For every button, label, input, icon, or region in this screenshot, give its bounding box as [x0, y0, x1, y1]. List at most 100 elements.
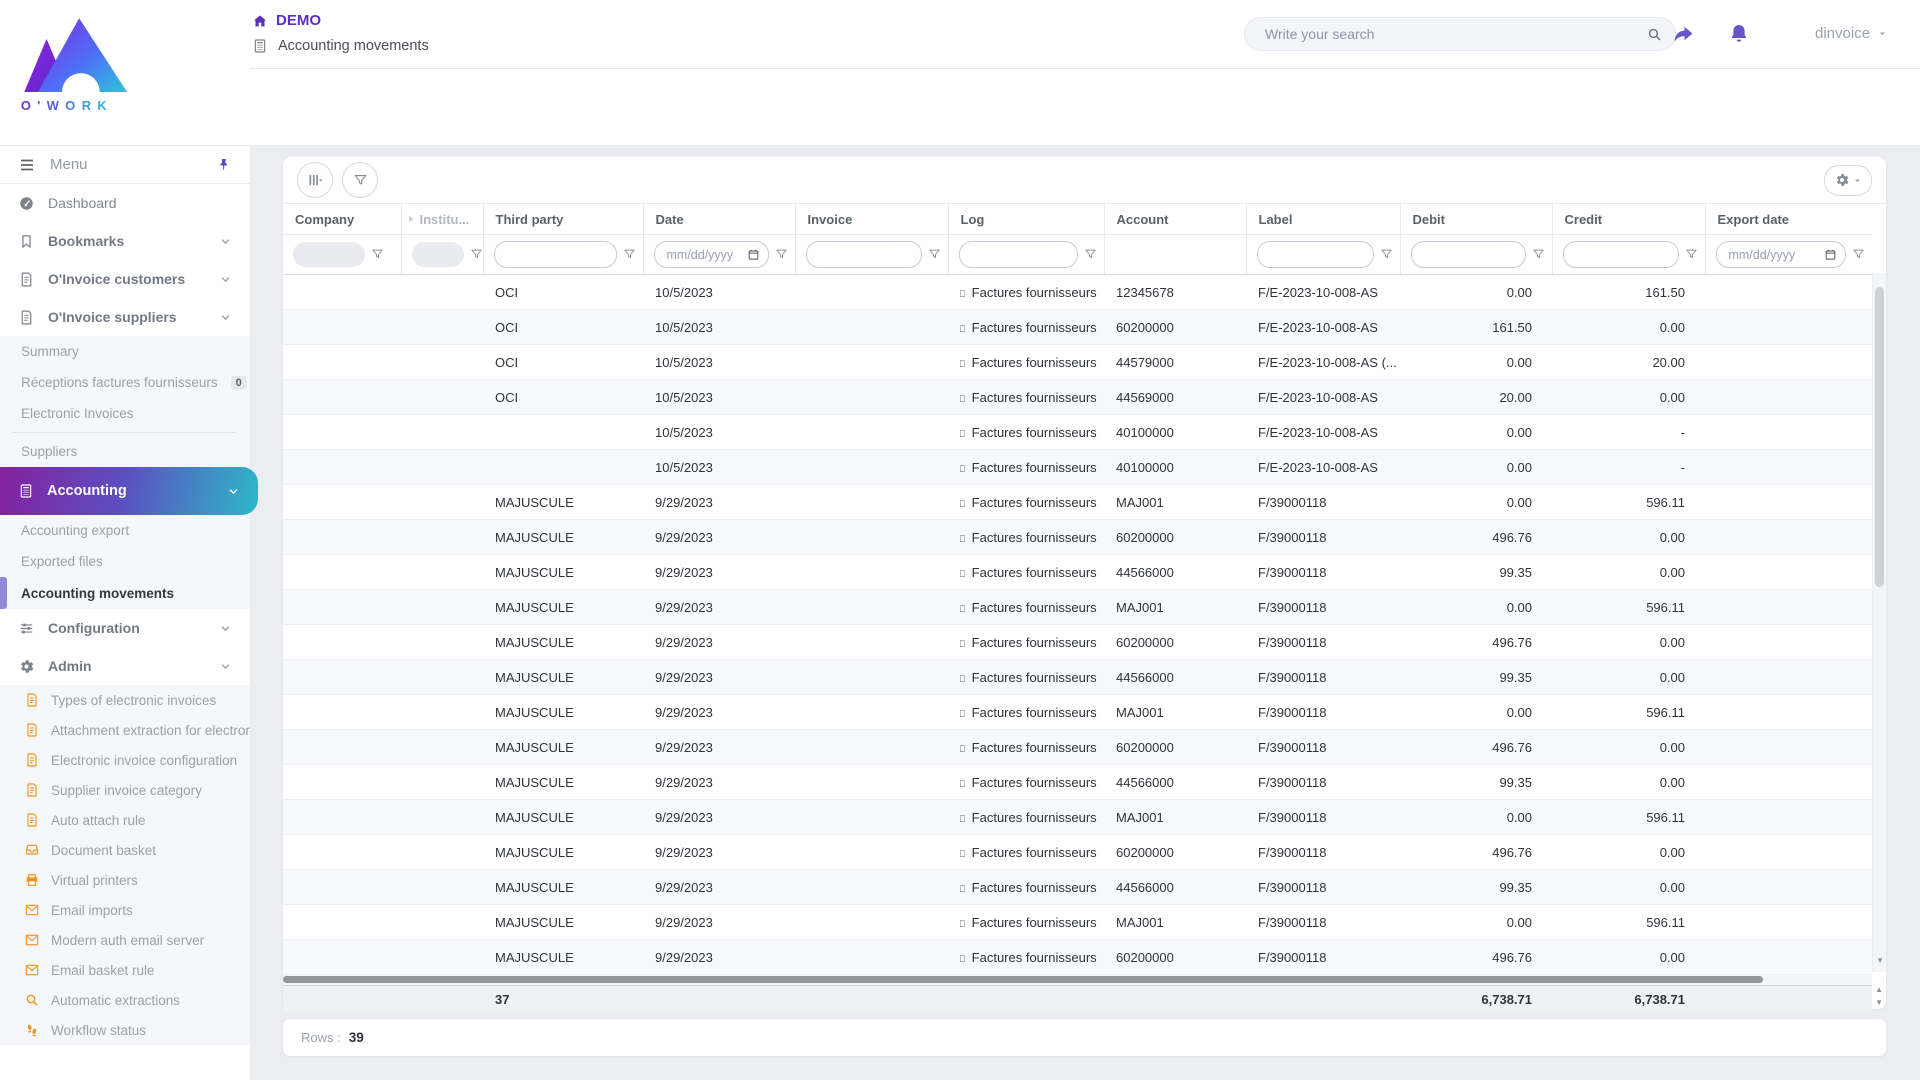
- filter-input-label[interactable]: [1256, 241, 1374, 268]
- calendar-icon[interactable]: [747, 248, 760, 261]
- filter-input-debit[interactable]: [1410, 241, 1526, 268]
- table-row[interactable]: OCI 10/5/2023 □ Factures fournisseurs 602000…: [283, 309, 1872, 345]
- column-header-invoice[interactable]: Invoice: [794, 204, 948, 235]
- date-filter-date[interactable]: mm/dd/yyyy: [653, 241, 769, 268]
- filter-funnel-icon[interactable]: [1684, 247, 1699, 262]
- user-menu[interactable]: dinvoice: [1815, 25, 1889, 42]
- filter-button[interactable]: [342, 162, 378, 198]
- sidebar-item-types-of-electronic-invoices[interactable]: Types of electronic invoices: [0, 685, 250, 715]
- sidebar-item-automatic-extractions[interactable]: Automatic extractions: [0, 985, 250, 1015]
- filter-funnel-icon[interactable]: [927, 247, 942, 262]
- table-row[interactable]: MAJUSCULE 9/29/2023 □ Factures fournisseurs…: [283, 554, 1872, 590]
- sidebar-item-workflow-status[interactable]: Workflow status: [0, 1015, 250, 1045]
- column-header-account[interactable]: Account: [1103, 204, 1246, 235]
- filter-funnel-icon[interactable]: [1531, 247, 1546, 262]
- columns-button[interactable]: [297, 162, 333, 198]
- table-row[interactable]: MAJUSCULE 9/29/2023 □ Factures fournisseurs…: [283, 519, 1872, 555]
- table-row[interactable]: MAJUSCULE 9/29/2023 □ Factures fournisseurs…: [283, 834, 1872, 870]
- filter-funnel-icon[interactable]: [774, 247, 789, 262]
- filter-funnel-icon[interactable]: [622, 247, 637, 262]
- sidebar-item-accounting-export[interactable]: Accounting export: [0, 515, 250, 546]
- filter-input-log[interactable]: [958, 241, 1078, 268]
- table-row[interactable]: 10/5/2023 □ Factures fournisseurs 40100000 F…: [283, 449, 1872, 485]
- table-row[interactable]: MAJUSCULE 9/29/2023 □ Factures fournisseurs…: [283, 939, 1872, 975]
- table-row[interactable]: MAJUSCULE 9/29/2023 □ Factures fournisseurs…: [283, 694, 1872, 730]
- table-row[interactable]: MAJUSCULE 9/29/2023 □ Factures fournisseurs…: [283, 869, 1872, 905]
- filter-funnel-icon[interactable]: [1851, 247, 1866, 262]
- column-header-log[interactable]: Log: [947, 204, 1104, 235]
- expand-group-icon[interactable]: [404, 212, 418, 226]
- column-header-third-party[interactable]: Third party: [482, 204, 643, 235]
- column-header-company[interactable]: Company: [283, 204, 401, 235]
- filter-funnel-icon[interactable]: [469, 247, 484, 262]
- sidebar-item-email-basket-rule[interactable]: Email basket rule: [0, 955, 250, 985]
- chevron-down-icon: [219, 660, 232, 673]
- pin-icon[interactable]: [216, 157, 232, 173]
- share-icon[interactable]: [1671, 22, 1696, 47]
- vertical-scrollbar[interactable]: ▼: [1872, 273, 1886, 972]
- horizontal-scrollbar-thumb[interactable]: [283, 976, 1763, 983]
- column-header-date[interactable]: Date: [642, 204, 795, 235]
- sidebar-item-summary[interactable]: Summary: [0, 336, 250, 367]
- table-settings-button[interactable]: [1824, 164, 1872, 196]
- table-row[interactable]: MAJUSCULE 9/29/2023 □ Factures fournisseurs…: [283, 484, 1872, 520]
- search-input[interactable]: [1263, 25, 1646, 43]
- sidebar-item-accounting[interactable]: Accounting: [0, 467, 258, 515]
- sidebar-item-auto-attach-rule[interactable]: Auto attach rule: [0, 805, 250, 835]
- hamburger-menu-icon[interactable]: [18, 156, 36, 174]
- vertical-scrollbar-thumb[interactable]: [1875, 287, 1884, 587]
- total-value: 6,738.71: [1634, 992, 1685, 1007]
- date-filter-export-date[interactable]: mm/dd/yyyy: [1715, 241, 1846, 268]
- table-row[interactable]: 10/5/2023 □ Factures fournisseurs 40100000 F…: [283, 414, 1872, 450]
- sidebar-item-configuration[interactable]: Configuration: [0, 609, 250, 647]
- table-row[interactable]: MAJUSCULE 9/29/2023 □ Factures fournisseurs…: [283, 624, 1872, 660]
- sidebar-item-document-basket[interactable]: Document basket: [0, 835, 250, 865]
- column-header-institu[interactable]: Institu...: [400, 204, 483, 235]
- sidebar-item-suppliers[interactable]: Suppliers: [0, 436, 250, 467]
- table-row[interactable]: MAJUSCULE 9/29/2023 □ Factures fournisseurs…: [283, 659, 1872, 695]
- filter-input-invoice[interactable]: [805, 241, 922, 268]
- totals-scroll-up-arrow[interactable]: ▲: [1875, 986, 1883, 994]
- sidebar-item-r-ceptions-factures-fournisseurs[interactable]: Réceptions factures fournisseurs 0: [0, 367, 250, 398]
- table-row[interactable]: MAJUSCULE 9/29/2023 □ Factures fournisseurs…: [283, 729, 1872, 765]
- column-header-label[interactable]: Label: [1245, 204, 1400, 235]
- sidebar-item-electronic-invoice-configuration[interactable]: Electronic invoice configuration: [0, 745, 250, 775]
- table-row[interactable]: OCI 10/5/2023 □ Factures fournisseurs 445790…: [283, 344, 1872, 380]
- table-row[interactable]: MAJUSCULE 9/29/2023 □ Factures fournisseurs…: [283, 764, 1872, 800]
- table-row[interactable]: MAJUSCULE 9/29/2023 □ Factures fournisseurs…: [283, 904, 1872, 940]
- totals-scroll-down-arrow[interactable]: ▼: [1875, 999, 1883, 1007]
- sidebar-item-virtual-printers[interactable]: Virtual printers: [0, 865, 250, 895]
- search-icon[interactable]: [1646, 26, 1663, 43]
- filter-funnel-icon[interactable]: [1083, 247, 1098, 262]
- notifications-bell-icon[interactable]: [1727, 22, 1751, 46]
- filter-input-credit[interactable]: [1562, 241, 1679, 268]
- sidebar-item-supplier-invoice-category[interactable]: Supplier invoice category: [0, 775, 250, 805]
- column-header-debit[interactable]: Debit: [1399, 204, 1552, 235]
- sidebar-item-o-invoice-customers[interactable]: O'Invoice customers: [0, 260, 250, 298]
- sidebar-item-admin[interactable]: Admin: [0, 647, 250, 685]
- table-row[interactable]: OCI 10/5/2023 □ Factures fournisseurs 445690…: [283, 379, 1872, 415]
- breadcrumb-home[interactable]: DEMO: [252, 12, 429, 29]
- sidebar-item-email-imports[interactable]: Email imports: [0, 895, 250, 925]
- sidebar-item-attachment-extraction-for-electroni[interactable]: Attachment extraction for electroni: [0, 715, 250, 745]
- table-row[interactable]: MAJUSCULE 9/29/2023 □ Factures fournisseurs…: [283, 589, 1872, 625]
- filter-input-third-party[interactable]: [493, 241, 617, 268]
- sidebar-item-accounting-movements[interactable]: Accounting movements: [0, 577, 250, 609]
- filter-funnel-icon[interactable]: [1379, 247, 1394, 262]
- sidebar-item-exported-files[interactable]: Exported files: [0, 546, 250, 577]
- sidebar-item-modern-auth-email-server[interactable]: Modern auth email server: [0, 925, 250, 955]
- column-header-export-date[interactable]: Export date: [1704, 204, 1872, 235]
- sidebar-item-o-invoice-suppliers[interactable]: O'Invoice suppliers: [0, 298, 250, 336]
- calendar-icon[interactable]: [1824, 248, 1837, 261]
- sidebar-item-electronic-invoices[interactable]: Electronic Invoices: [0, 398, 250, 429]
- horizontal-scrollbar[interactable]: [283, 975, 1872, 985]
- table-row[interactable]: OCI 10/5/2023 □ Factures fournisseurs 123456…: [283, 274, 1872, 310]
- sidebar-item-bookmarks[interactable]: Bookmarks: [0, 222, 250, 260]
- scroll-down-arrow[interactable]: ▼: [1876, 957, 1884, 965]
- sidebar-item-dashboard[interactable]: Dashboard: [0, 184, 250, 222]
- column-header-credit[interactable]: Credit: [1551, 204, 1705, 235]
- table-row[interactable]: MAJUSCULE 9/29/2023 □ Factures fournisseurs…: [283, 799, 1872, 835]
- filter-funnel-icon[interactable]: [370, 247, 385, 262]
- brand-logo[interactable]: O'WORK: [14, 8, 134, 121]
- cell-export-date: [1705, 484, 1872, 520]
